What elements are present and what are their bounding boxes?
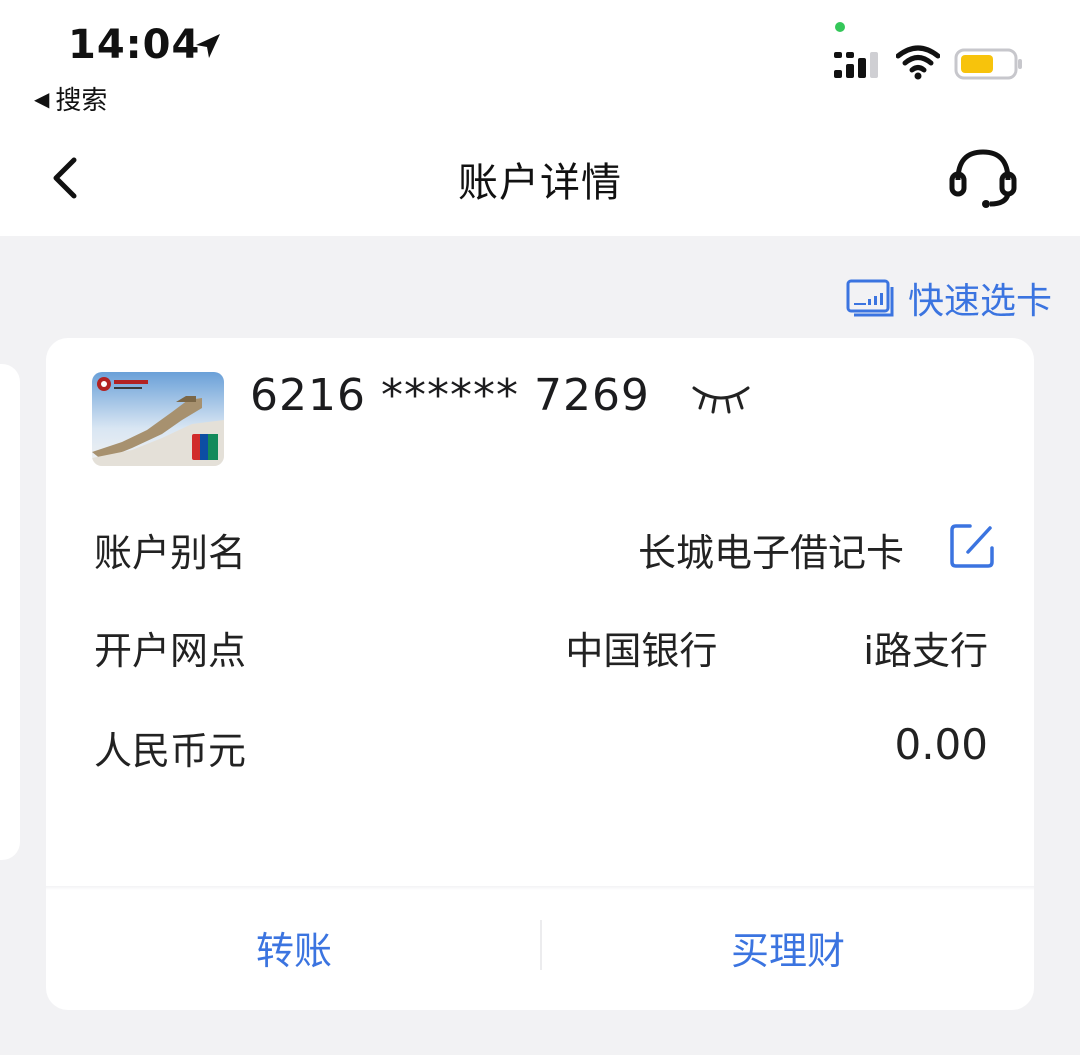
account-card: 6216 ****** 7269 账户别名 长城电子借记卡 开户网点 中国银行 i…: [46, 338, 1034, 1010]
branch-bank-name: 中国银行: [565, 629, 718, 673]
previous-card-peek[interactable]: [0, 364, 20, 860]
branch-suffix: 路支行: [873, 629, 988, 673]
page-title: 账户详情: [458, 160, 622, 206]
top-bar-area: 14:04 ◀ 搜索 账户详情: [0, 0, 1080, 236]
battery-icon: [954, 48, 1022, 80]
account-alias-label: 账户别名: [94, 531, 247, 575]
currency-label: 人民币元: [94, 729, 247, 773]
cellular-signal-icon: [834, 52, 878, 78]
privacy-indicator-dot: [835, 22, 845, 32]
back-to-search-app[interactable]: ◀ 搜索: [34, 80, 107, 117]
balance-value: 0.00: [894, 720, 988, 769]
edit-alias-icon[interactable]: [948, 520, 998, 570]
buy-wealth-product-button[interactable]: 买理财: [638, 920, 938, 975]
masked-card-number: 6216 ****** 7269: [250, 370, 650, 421]
location-arrow-icon: [196, 34, 220, 58]
action-separator: [540, 920, 542, 970]
status-time: 14:04: [68, 22, 201, 68]
branch-partial-char: i: [863, 629, 874, 673]
account-alias-value: 长城电子借记卡: [637, 531, 904, 575]
card-divider: [46, 886, 1034, 890]
branch-label: 开户网点: [94, 629, 247, 673]
eye-closed-toggle-icon[interactable]: [690, 378, 752, 414]
quick-select-label: 快速选卡: [907, 281, 1052, 322]
back-to-search-label: 搜索: [55, 86, 108, 116]
branch-value: 中国银行 i路支行: [565, 620, 988, 675]
transfer-button[interactable]: 转账: [144, 920, 444, 975]
back-triangle-icon: ◀: [34, 86, 50, 111]
quick-card-select-button[interactable]: 快速选卡: [846, 272, 1052, 324]
bank-card-thumbnail: [92, 372, 224, 466]
wifi-icon: [896, 45, 940, 80]
card-switch-icon: [846, 279, 894, 317]
customer-service-headset-icon[interactable]: [948, 146, 1018, 210]
